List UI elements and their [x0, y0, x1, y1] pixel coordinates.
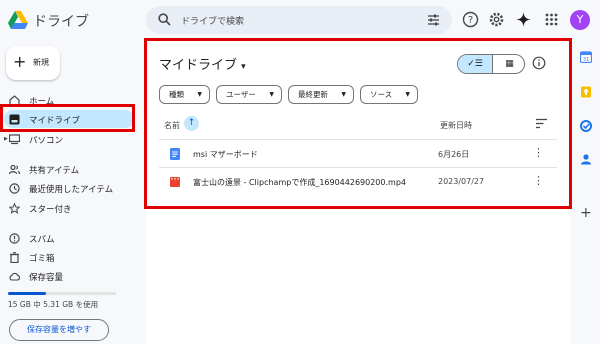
sidebar-item-storage[interactable]: 保存容量 — [4, 267, 134, 285]
highlight-box-main — [144, 38, 572, 209]
drive-logo-icon[interactable] — [8, 11, 28, 29]
help-icon[interactable]: ? — [462, 11, 479, 28]
sidebar-item-starred[interactable]: スター付き — [4, 199, 134, 217]
sidebar-item-trash[interactable]: ゴミ箱 — [4, 248, 134, 266]
spam-icon — [9, 233, 20, 244]
sidebar-item-label: 最近使用したアイテム — [29, 185, 114, 195]
account-avatar[interactable]: Y — [570, 10, 590, 30]
apps-icon[interactable] — [543, 11, 560, 28]
highlight-box-my-drive — [0, 104, 135, 132]
top-bar: ドライブ ドライブで検索 ? Y — [0, 0, 600, 40]
add-addon-icon[interactable]: + — [580, 205, 592, 221]
svg-text:31: 31 — [583, 57, 589, 63]
cloud-icon — [9, 272, 20, 281]
sidebar-item-spam[interactable]: スパム — [4, 229, 134, 247]
keep-icon[interactable] — [580, 86, 592, 98]
people-icon — [9, 164, 20, 175]
clock-icon — [9, 183, 20, 194]
search-icon[interactable] — [158, 13, 171, 26]
computer-icon — [9, 134, 20, 145]
calendar-icon[interactable]: 31 — [580, 51, 592, 63]
sidebar-item-recent[interactable]: 最近使用したアイテム — [4, 179, 134, 197]
contacts-icon[interactable] — [580, 153, 592, 165]
tasks-icon[interactable] — [580, 120, 592, 132]
svg-text:?: ? — [468, 15, 473, 26]
storage-usage-fill — [8, 292, 47, 295]
search-input[interactable]: ドライブで検索 — [181, 14, 244, 27]
sidebar-item-label: ゴミ箱 — [29, 254, 55, 264]
get-more-storage-button[interactable]: 保存容量を増やす — [9, 319, 109, 341]
sidebar-item-label: 共有アイテム — [29, 166, 80, 176]
new-button-label: 新規 — [33, 58, 49, 67]
storage-usage-text: 15 GB 中 5.31 GB を使用 — [8, 300, 99, 309]
plus-icon: + — [13, 52, 27, 71]
search-box[interactable]: ドライブで検索 — [146, 6, 452, 34]
tune-icon[interactable] — [427, 13, 440, 26]
storage-usage-bar — [8, 292, 116, 295]
sidebar-item-label: スター付き — [29, 205, 72, 215]
sidebar-item-label: スパム — [29, 235, 55, 245]
settings-icon[interactable] — [488, 11, 505, 28]
trash-icon — [10, 252, 19, 263]
gemini-icon[interactable] — [515, 11, 532, 28]
sidebar-item-computers[interactable]: ▶ パソコン — [4, 130, 134, 148]
sidebar-item-shared[interactable]: 共有アイテム — [4, 160, 134, 178]
expand-arrow-icon[interactable]: ▶ — [4, 136, 8, 142]
sidebar-item-label: パソコン — [29, 136, 64, 146]
app-title: ドライブ — [33, 14, 89, 30]
new-button[interactable]: + 新規 — [6, 46, 60, 80]
star-icon — [9, 203, 20, 214]
sidebar-item-label: 保存容量 — [29, 273, 64, 283]
